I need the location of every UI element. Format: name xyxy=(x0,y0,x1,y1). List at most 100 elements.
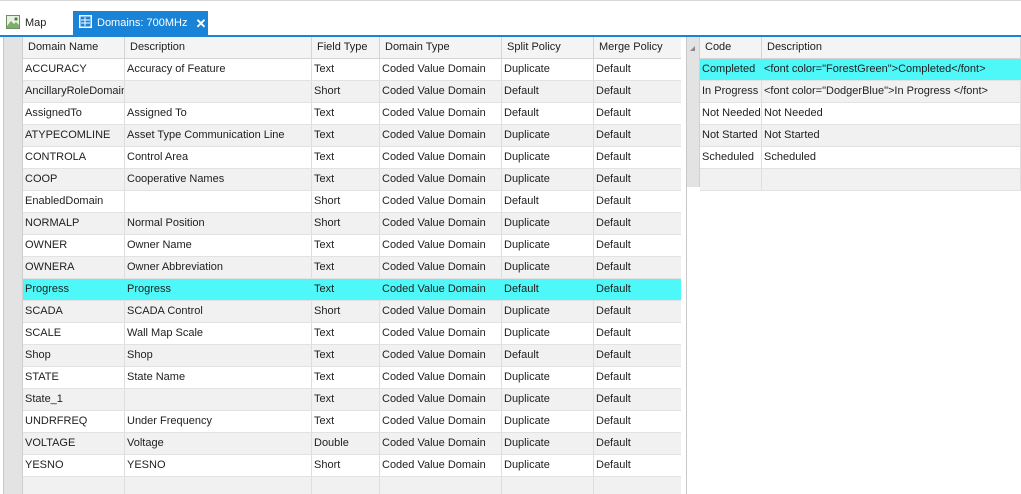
cell-split-policy[interactable]: Duplicate xyxy=(502,411,594,432)
cell-merge-policy[interactable]: Default xyxy=(594,345,681,366)
cell-description[interactable]: Shop xyxy=(125,345,312,366)
table-row[interactable]: OWNERA Owner Abbreviation Text Coded Value … xyxy=(23,257,681,279)
cell-field-type[interactable]: Short xyxy=(312,301,380,322)
cell-domain-name[interactable]: ACCURACY xyxy=(23,59,125,80)
cell-description[interactable] xyxy=(125,81,312,102)
cell-description[interactable]: Voltage xyxy=(125,433,312,454)
cell-description[interactable]: Accuracy of Feature xyxy=(125,59,312,80)
table-row[interactable]: Progress Progress Text Coded Value Domain De… xyxy=(23,279,681,301)
cell-domain-name[interactable]: NORMALP xyxy=(23,213,125,234)
cell-description[interactable]: State Name xyxy=(125,367,312,388)
cell-description[interactable]: YESNO xyxy=(125,455,312,476)
cell-description[interactable] xyxy=(125,389,312,410)
cell-split-policy[interactable]: Duplicate xyxy=(502,323,594,344)
cell-split-policy[interactable]: Duplicate xyxy=(502,301,594,322)
cell-merge-policy[interactable]: Default xyxy=(594,147,681,168)
cell-description[interactable]: Owner Abbreviation xyxy=(125,257,312,278)
cell-merge-policy[interactable]: Default xyxy=(594,411,681,432)
cell-description[interactable]: Normal Position xyxy=(125,213,312,234)
cell-merge-policy[interactable]: Default xyxy=(594,213,681,234)
column-header-code[interactable]: Code xyxy=(700,37,762,59)
table-row[interactable]: SCALE Wall Map Scale Text Coded Value Domai… xyxy=(23,323,681,345)
cell-domain-type[interactable]: Coded Value Domain xyxy=(380,279,502,300)
table-row[interactable]: Completed <font color="ForestGreen">Compl… xyxy=(700,59,1021,81)
cell-description[interactable]: Cooperative Names xyxy=(125,169,312,190)
cell-field-type[interactable]: Text xyxy=(312,169,380,190)
cell-description[interactable]: Not Needed xyxy=(762,103,1021,124)
cell-field-type[interactable]: Short xyxy=(312,455,380,476)
cell-domain-name[interactable]: COOP xyxy=(23,169,125,190)
empty-cell[interactable] xyxy=(502,477,594,494)
cell-domain-type[interactable]: Coded Value Domain xyxy=(380,345,502,366)
coded-values-grid[interactable]: Code Description Completed <font color="Fo… xyxy=(686,37,1021,494)
cell-split-policy[interactable]: Duplicate xyxy=(502,169,594,190)
cell-code[interactable]: Not Needed xyxy=(700,103,762,124)
cell-split-policy[interactable]: Default xyxy=(502,279,594,300)
cell-description[interactable]: Assigned To xyxy=(125,103,312,124)
domains-grid[interactable]: Domain Name Description Field Type Domain T… xyxy=(3,37,681,494)
cell-split-policy[interactable]: Duplicate xyxy=(502,367,594,388)
cell-domain-type[interactable]: Coded Value Domain xyxy=(380,59,502,80)
cell-description[interactable]: Not Started xyxy=(762,125,1021,146)
cell-domain-name[interactable]: UNDRFREQ xyxy=(23,411,125,432)
cell-split-policy[interactable]: Default xyxy=(502,103,594,124)
cell-merge-policy[interactable]: Default xyxy=(594,389,681,410)
column-header-merge-policy[interactable]: Merge Policy xyxy=(594,37,681,59)
table-row[interactable]: ATYPECOMLINE Asset Type Communication Lin… xyxy=(23,125,681,147)
cell-description[interactable]: SCADA Control xyxy=(125,301,312,322)
cell-description[interactable]: Asset Type Communication Line xyxy=(125,125,312,146)
tab-map[interactable]: Map xyxy=(3,11,69,35)
cell-domain-type[interactable]: Coded Value Domain xyxy=(380,433,502,454)
cell-split-policy[interactable]: Default xyxy=(502,191,594,212)
cell-domain-type[interactable]: Coded Value Domain xyxy=(380,169,502,190)
empty-cell[interactable] xyxy=(380,477,502,494)
cell-field-type[interactable]: Text xyxy=(312,59,380,80)
cell-description[interactable]: Under Frequency xyxy=(125,411,312,432)
column-header-field-type[interactable]: Field Type xyxy=(312,37,380,59)
table-row[interactable]: Not Started Not Started xyxy=(700,125,1021,147)
cell-domain-name[interactable]: ATYPECOMLINE xyxy=(23,125,125,146)
close-icon[interactable]: ✕ xyxy=(195,17,206,30)
cell-field-type[interactable]: Short xyxy=(312,213,380,234)
column-header-split-policy[interactable]: Split Policy xyxy=(502,37,594,59)
table-row[interactable]: STATE State Name Text Coded Value Domain Dup… xyxy=(23,367,681,389)
cell-domain-type[interactable]: Coded Value Domain xyxy=(380,411,502,432)
cell-field-type[interactable]: Double xyxy=(312,433,380,454)
cell-domain-name[interactable]: OWNER xyxy=(23,235,125,256)
cell-split-policy[interactable]: Duplicate xyxy=(502,235,594,256)
empty-cell[interactable] xyxy=(762,169,1021,190)
column-header-description[interactable]: Description xyxy=(125,37,312,59)
cell-code[interactable]: Scheduled xyxy=(700,147,762,168)
cell-merge-policy[interactable]: Default xyxy=(594,81,681,102)
cell-description[interactable]: Control Area xyxy=(125,147,312,168)
column-header-domain-type[interactable]: Domain Type xyxy=(380,37,502,59)
table-row[interactable]: UNDRFREQ Under Frequency Text Coded Value D… xyxy=(23,411,681,433)
cell-domain-type[interactable]: Coded Value Domain xyxy=(380,257,502,278)
cell-field-type[interactable]: Text xyxy=(312,345,380,366)
empty-new-row[interactable] xyxy=(700,169,1021,191)
cell-domain-name[interactable]: AncillaryRoleDomain xyxy=(23,81,125,102)
cell-description[interactable]: <font color="DodgerBlue">In Progress </f… xyxy=(762,81,1021,102)
table-row[interactable]: AssignedTo Assigned To Text Coded Value Dom… xyxy=(23,103,681,125)
cell-field-type[interactable]: Text xyxy=(312,147,380,168)
column-header-description[interactable]: Description xyxy=(762,37,1021,59)
table-row[interactable]: CONTROLA Control Area Text Coded Value Doma… xyxy=(23,147,681,169)
cell-domain-type[interactable]: Coded Value Domain xyxy=(380,235,502,256)
cell-split-policy[interactable]: Duplicate xyxy=(502,389,594,410)
cell-merge-policy[interactable]: Default xyxy=(594,103,681,124)
cell-merge-policy[interactable]: Default xyxy=(594,169,681,190)
table-row[interactable]: SCADA SCADA Control Short Coded Value Domai… xyxy=(23,301,681,323)
cell-merge-policy[interactable]: Default xyxy=(594,433,681,454)
table-row[interactable]: In Progress <font color="DodgerBlue">In P… xyxy=(700,81,1021,103)
cell-split-policy[interactable]: Default xyxy=(502,345,594,366)
cell-split-policy[interactable]: Duplicate xyxy=(502,433,594,454)
cell-code[interactable]: Completed xyxy=(700,59,762,80)
cell-domain-name[interactable]: Shop xyxy=(23,345,125,366)
cell-description[interactable]: Wall Map Scale xyxy=(125,323,312,344)
cell-merge-policy[interactable]: Default xyxy=(594,59,681,80)
table-row[interactable]: Scheduled Scheduled xyxy=(700,147,1021,169)
cell-field-type[interactable]: Text xyxy=(312,257,380,278)
table-row[interactable]: ACCURACY Accuracy of Feature Text Coded Val… xyxy=(23,59,681,81)
cell-code[interactable]: In Progress xyxy=(700,81,762,102)
cell-description[interactable]: Progress xyxy=(125,279,312,300)
